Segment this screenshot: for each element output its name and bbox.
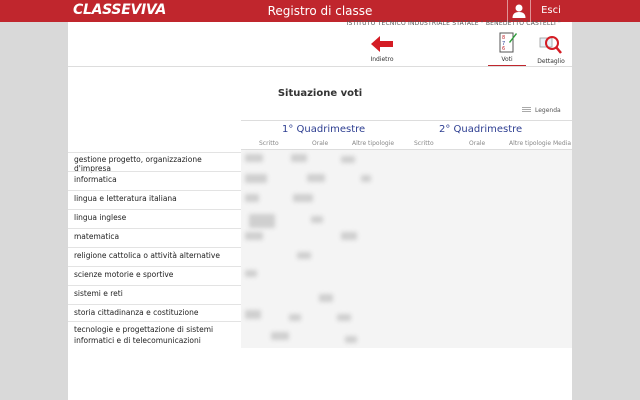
grade-cell [297, 252, 311, 259]
grade-cell [289, 314, 301, 321]
legend-button[interactable]: Legenda [522, 106, 561, 114]
subject-name: lingua e letteratura italiana [74, 194, 177, 203]
column-header: Orale [312, 140, 329, 147]
subject-name: informatica [74, 175, 117, 184]
grades-icon: 8 7 6 [499, 32, 517, 53]
subject-name-continued: informatici e di telecomunicazioni [74, 336, 201, 345]
back-label: Indietro [370, 56, 394, 63]
subject-row[interactable]: scienze motorie e sportive [68, 266, 241, 284]
subject-row[interactable]: matematica [68, 228, 241, 246]
grade-cell [293, 194, 313, 202]
user-button[interactable] [507, 0, 530, 22]
school-name: ISTITUTO TECNICO INDUSTRIALE STATALE " B… [346, 20, 561, 27]
grade-cell [319, 294, 333, 302]
column-header: Altre tipologie [352, 140, 395, 147]
grade-cell [245, 310, 261, 319]
grade-cell [307, 174, 325, 182]
column-header: Scritto [414, 140, 434, 147]
column-header: Orale [469, 140, 486, 147]
user-icon [512, 4, 526, 18]
magnifier-icon [539, 36, 562, 54]
main-panel: ISTITUTO TECNICO INDUSTRIALE STATALE " B… [68, 20, 572, 400]
subject-row[interactable]: storia cittadinanza e costituzione [68, 304, 241, 322]
grade-cell [311, 216, 323, 223]
legend-label: Legenda [535, 107, 561, 114]
back-arrow-icon [371, 36, 393, 52]
subject-row[interactable]: lingua inglese [68, 209, 241, 227]
subject-name: lingua inglese [74, 213, 127, 222]
back-button[interactable]: Indietro [368, 36, 396, 63]
detail-label: Dettaglio [537, 58, 565, 65]
grade-cell [245, 232, 263, 240]
grade-cell [345, 336, 357, 343]
grade-cell [245, 154, 263, 162]
subject-row[interactable]: tecnologie e progettazione di sistemi in… [68, 321, 241, 349]
subject-row[interactable]: gestione progetto, organizzazione d'impr… [68, 152, 241, 173]
grade-cell [245, 194, 259, 202]
grade-cell [245, 270, 257, 277]
grade-cell [291, 154, 307, 162]
list-icon [522, 106, 531, 113]
subject-row[interactable]: sistemi e reti [68, 285, 241, 303]
subject-name: scienze motorie e sportive [74, 270, 174, 279]
grade-cell [245, 174, 267, 183]
column-header: Altre tipologie [509, 140, 552, 147]
subject-name: matematica [74, 232, 120, 241]
logo-text: CLASSEVIVA [73, 2, 167, 18]
svg-text:6: 6 [502, 46, 505, 52]
grade-cell [361, 175, 371, 182]
grade-cell [271, 332, 289, 340]
classeviva-logo[interactable]: CLASSEVIVA [73, 2, 166, 19]
subject-name: religione cattolica o attività alternati… [74, 251, 220, 260]
top-bar: CLASSEVIVA Registro di classe Esci [0, 0, 640, 22]
tab-grades[interactable]: 8 7 6 Voti [488, 30, 526, 67]
grades-area-blurred [241, 150, 572, 348]
periods-divider [241, 120, 572, 121]
grade-cell [337, 314, 351, 321]
grade-cell [341, 156, 355, 163]
period-2-header: 2° Quadrimestre [439, 124, 523, 135]
subject-row[interactable]: religione cattolica o attività alternati… [68, 247, 241, 265]
grades-label: Voti [501, 56, 513, 63]
toolbar-divider [68, 66, 572, 67]
grade-cell [341, 232, 357, 240]
section-title: Situazione voti [277, 88, 363, 99]
exit-button[interactable]: Esci [530, 0, 571, 22]
subject-name: sistemi e reti [74, 289, 123, 298]
column-header: Scritto [259, 140, 279, 147]
subject-row[interactable]: lingua e letteratura italiana [68, 190, 241, 208]
detail-button[interactable]: Dettaglio [534, 34, 568, 65]
subject-row[interactable]: informatica [68, 171, 241, 189]
period-1-header: 1° Quadrimestre [282, 124, 366, 135]
subject-name: tecnologie e progettazione di sistemi [74, 325, 214, 334]
grade-cell [249, 214, 275, 228]
page-title: Registro di classe [267, 4, 373, 18]
column-header: Media [553, 140, 572, 147]
subject-name: storia cittadinanza e costituzione [74, 308, 199, 317]
